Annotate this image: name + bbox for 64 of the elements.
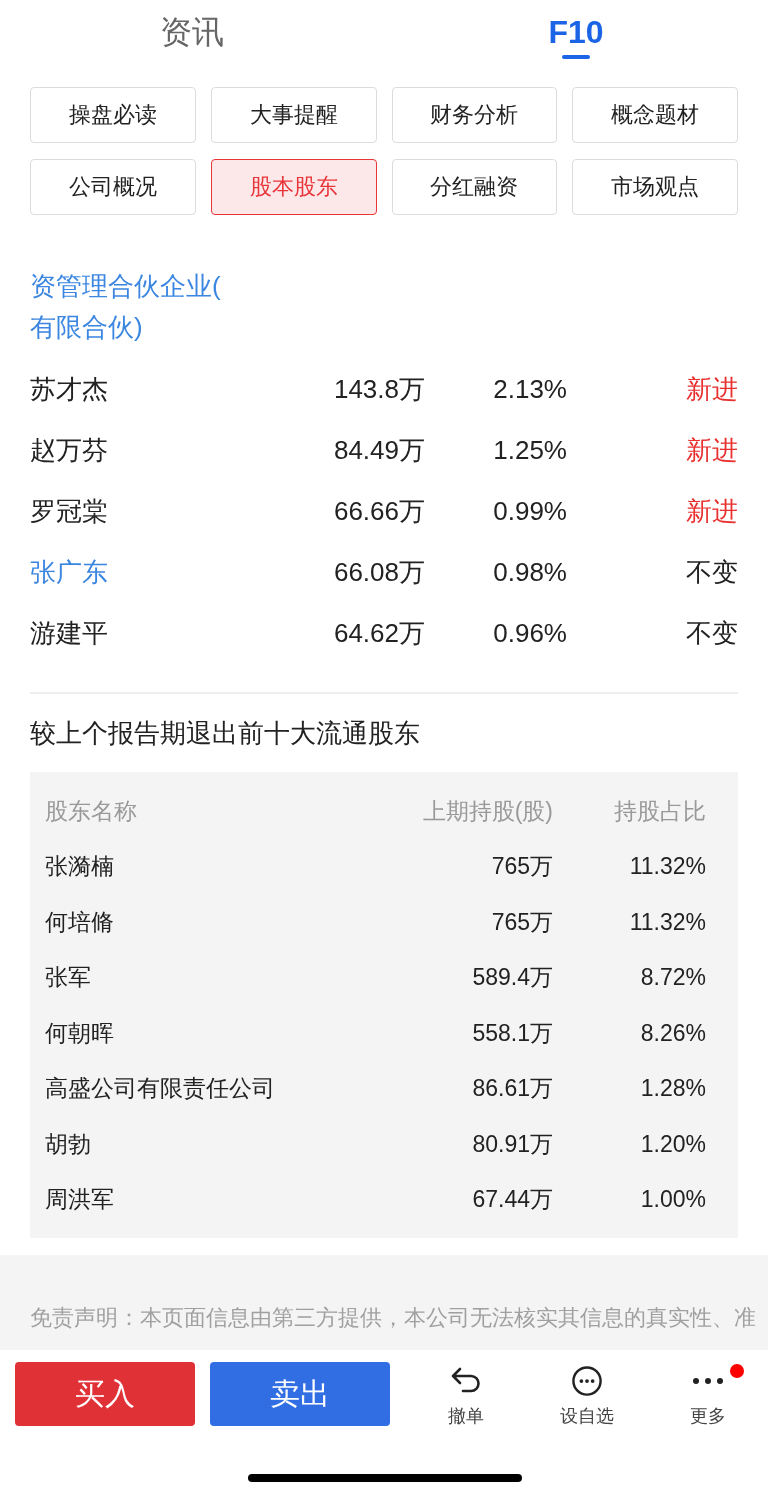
ratio-cell: 1.25% (493, 435, 567, 466)
ratio-cell: 0.96% (493, 618, 567, 649)
shares-cell-text: 143.8万 (333, 373, 425, 406)
disclaimer-text: 免责声明：本页面信息由第三方提供，本公司无法核实其信息的真实性、准 (29, 1304, 756, 1331)
shareholder-name: 张军 (45, 963, 91, 993)
toolbar-button[interactable]: 设自选 (526, 1362, 647, 1427)
section-title: 较上个报告期退出前十大流通股东 (30, 717, 420, 750)
ratio-cell: 0.99% (493, 496, 567, 527)
shareholder-name: 罗冠棠 (30, 495, 108, 528)
shareholder-name: 张漪楠 (45, 852, 114, 882)
shares-cell-text: 589.4万 (472, 963, 553, 993)
ratio-cell: 11.32% (629, 853, 706, 881)
column-header: 股东名称 (45, 796, 137, 826)
ratio-cell: 2.13% (493, 374, 567, 405)
buy-button[interactable]: 买入 (15, 1362, 195, 1426)
column-header: 上期持股(股) (422, 796, 553, 826)
ratio-cell: 11.32% (629, 908, 706, 936)
ratio-cell: 8.26% (640, 1019, 706, 1047)
shareholder-name: 何培脩 (45, 907, 114, 937)
change-cell-text: 新进 (686, 434, 738, 467)
shares-cell-text: 67.44万 (472, 1185, 553, 1215)
shareholder-name: 何朝晖 (45, 1018, 114, 1048)
section-button[interactable]: 大事提醒 (210, 87, 377, 143)
shareholder-link[interactable]: 资管理合伙企业(有限合伙) (30, 266, 230, 348)
shareholder-name: 高盛公司有限责任公司 (45, 1074, 275, 1104)
shareholder-link[interactable]: 张广东 (30, 555, 108, 590)
shareholder-name: 胡勃 (45, 1129, 91, 1159)
change-cell-text: 不变 (686, 556, 738, 589)
shares-cell-text: 66.66万 (333, 495, 425, 528)
section-button[interactable]: 股本股东 (210, 159, 377, 215)
section-button[interactable]: 概念题材 (572, 87, 738, 143)
shares-cell-text: 86.61万 (472, 1074, 553, 1104)
shares-cell-text: 84.49万 (333, 434, 425, 467)
change-cell-text: 新进 (686, 495, 738, 528)
toolbar-button[interactable]: 更多 (647, 1362, 768, 1427)
section-button[interactable]: 公司概况 (30, 159, 196, 215)
top-tab[interactable]: F10 (548, 12, 604, 59)
shares-cell-text: 66.08万 (333, 556, 425, 589)
shares-cell-text: 765万 (491, 852, 553, 882)
shareholder-name: 游建平 (30, 617, 108, 650)
change-cell-text: 不变 (686, 617, 738, 650)
ratio-cell: 8.72% (640, 964, 706, 992)
section-button[interactable]: 市场观点 (572, 159, 738, 215)
shareholder-name: 苏才杰 (30, 373, 108, 406)
shares-cell-text: 558.1万 (472, 1018, 553, 1048)
ratio-cell: 1.00% (640, 1186, 706, 1214)
shares-cell-text: 80.91万 (472, 1129, 553, 1159)
top-tab[interactable]: 资讯 (160, 12, 224, 59)
sell-button[interactable]: 卖出 (210, 1362, 390, 1426)
ratio-cell: 1.28% (640, 1075, 706, 1103)
section-button[interactable]: 财务分析 (391, 87, 558, 143)
shares-cell-text: 765万 (491, 907, 553, 937)
ratio-cell: 1.20% (640, 1130, 706, 1158)
more-icon (691, 1377, 724, 1385)
shareholder-name: 赵万芬 (30, 434, 108, 467)
section-button[interactable]: 分红融资 (391, 159, 558, 215)
ellipsis-circle-icon (570, 1366, 603, 1396)
column-header: 持股占比 (614, 796, 706, 826)
ratio-cell: 0.98% (493, 557, 567, 588)
section-button[interactable]: 操盘必读 (30, 87, 196, 143)
shareholder-name: 周洪军 (45, 1185, 114, 1215)
toolbar-button[interactable]: 撤单 (405, 1362, 526, 1427)
change-cell-text: 新进 (686, 373, 738, 406)
shares-cell-text: 64.62万 (333, 617, 425, 650)
